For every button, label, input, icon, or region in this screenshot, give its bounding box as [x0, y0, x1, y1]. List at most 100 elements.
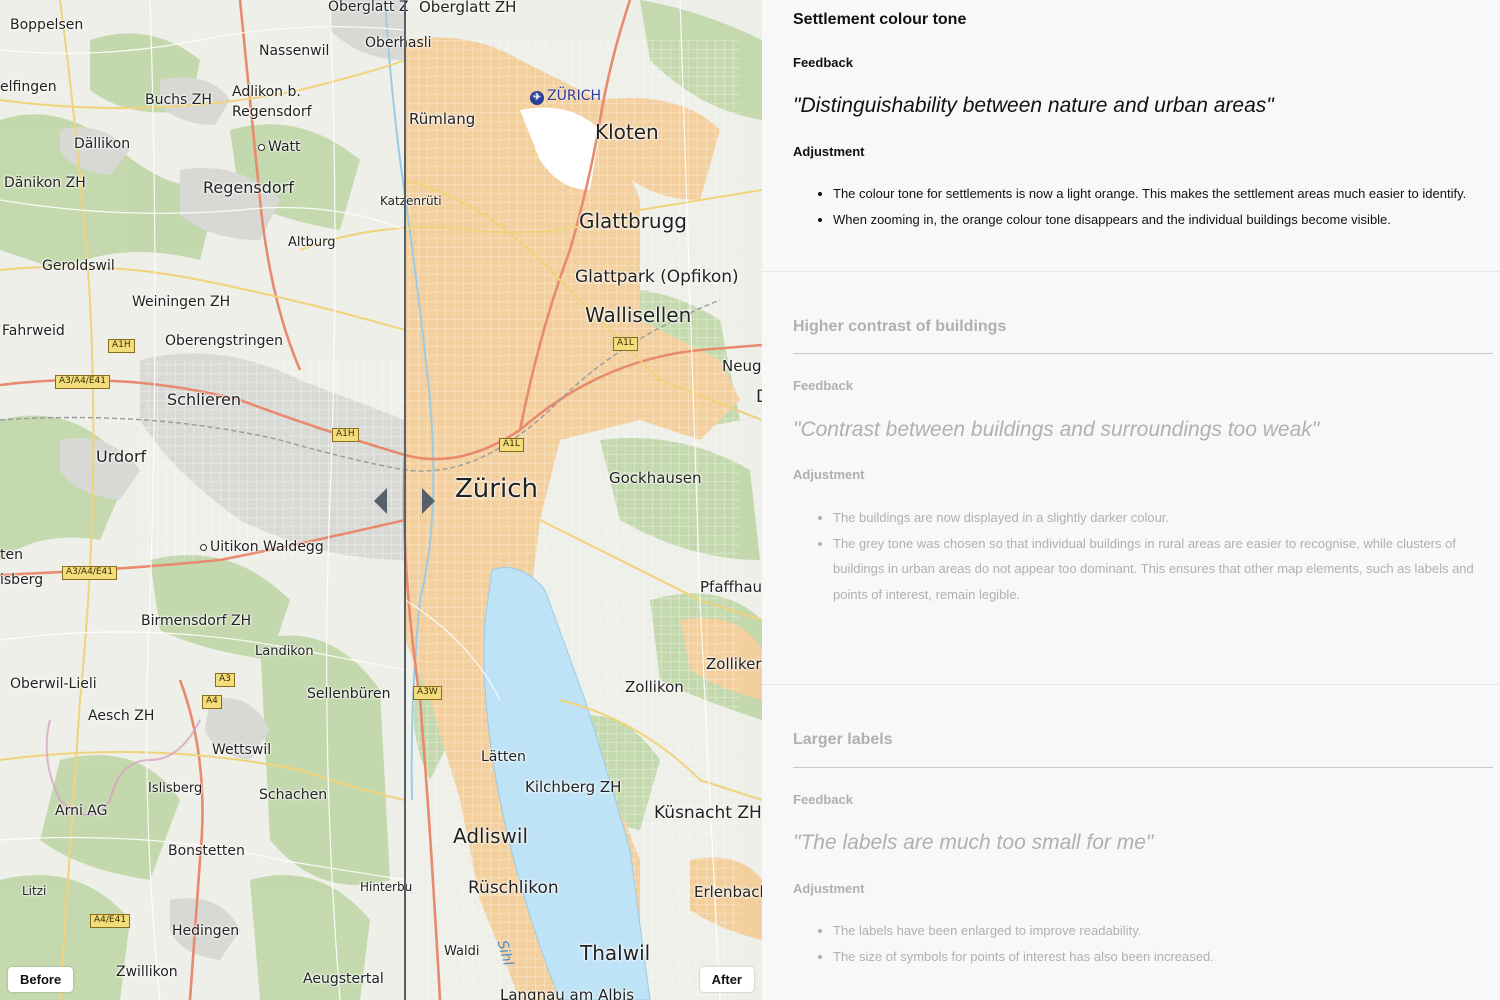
adjustment-item: When zooming in, the orange colour tone … [833, 207, 1493, 233]
place-label: Regensdorf [232, 104, 312, 120]
place-name: Watt [268, 139, 301, 155]
place-label: Hedingen [172, 923, 240, 939]
place-label: Lätten [481, 749, 526, 765]
adjustment-item: The size of symbols for points of intere… [833, 944, 1493, 970]
section-title: Larger labels [793, 731, 893, 748]
adjustment-list: The buildings are now displayed in a sli… [793, 505, 1493, 607]
airplane-icon: ✈ [530, 91, 544, 105]
feedback-quote: "The labels are much too small for me" [793, 831, 1154, 854]
place-label: Schlieren [167, 390, 242, 409]
feedback-label-text: Feedback [793, 792, 853, 807]
adjustment-label: Adjustment [793, 143, 1493, 161]
place-label: Watt [258, 140, 301, 154]
section-separator [762, 271, 1500, 272]
place-label: Glattpark (Opfikon) [575, 267, 739, 287]
adjustment-item: The labels have been enlarged to improve… [833, 918, 1493, 944]
road-shield: A3/A4/E41 [55, 375, 110, 389]
place-label: Rümlang [409, 110, 476, 128]
feedback-section-labels[interactable]: Larger labels [793, 731, 1493, 749]
place-label: Glattbrugg [579, 209, 687, 233]
feedback-section-settlement[interactable]: Settlement colour tone [793, 11, 1493, 29]
place-label: Oberhasli [365, 35, 432, 51]
place-label: Neugu [722, 357, 762, 375]
road-shield: A3W [413, 686, 442, 700]
road-shield: A1H [108, 339, 135, 353]
place-label: Schachen [259, 787, 328, 803]
section-rule [793, 767, 1493, 768]
feedback-section-contrast[interactable]: Higher contrast of buildings [793, 318, 1493, 336]
airport-name: ZÜRICH [547, 88, 601, 104]
adjustment-label: Adjustment [793, 880, 1493, 898]
place-label-city: Zürich [455, 474, 538, 504]
place-label: Waldi [444, 944, 480, 959]
place-label: ten [0, 547, 23, 563]
feedback-quote: "Distinguishability between nature and u… [793, 94, 1274, 117]
place-label: Wallisellen [585, 303, 692, 327]
place-label: Küsnacht ZH [654, 803, 762, 823]
place-label: elfingen [0, 79, 57, 95]
slider-right-arrow-icon[interactable] [422, 488, 435, 514]
compare-slider-divider[interactable] [404, 0, 406, 1000]
place-label: Oberengstringen [165, 333, 284, 349]
adjustment-label: Adjustment [793, 466, 1493, 484]
place-dot [258, 143, 265, 151]
adjustment-list: The colour tone for settlements is now a… [793, 181, 1493, 232]
place-label: Katzenrüti [380, 194, 442, 208]
adjustment-list: The labels have been enlarged to improve… [793, 918, 1493, 969]
place-label: Sellenbüren [307, 686, 391, 702]
adjustment-item: The buildings are now displayed in a sli… [833, 505, 1493, 531]
place-label: Fahrweid [2, 323, 65, 339]
place-label: Landikon [255, 644, 314, 659]
feedback-quote: "Contrast between buildings and surround… [793, 418, 1320, 441]
road-shield: A3/A4/E41 [62, 566, 117, 580]
section-rule [793, 353, 1493, 354]
road-shield: A1L [613, 337, 638, 351]
adjustment-item: The colour tone for settlements is now a… [833, 181, 1493, 207]
place-label: Zwillikon [116, 964, 178, 980]
place-label: Oberglatt Z [328, 0, 409, 15]
before-label: Before [8, 967, 74, 992]
place-label: Dänikon ZH [4, 175, 86, 191]
feedback-label: Feedback [793, 792, 1493, 807]
place-label: Thalwil [580, 941, 651, 965]
airport-label: ✈ ZÜRICH [530, 88, 601, 105]
place-name: Uitikon Waldegg [210, 539, 324, 555]
place-label: Erlenbach [694, 883, 762, 901]
place-label: isberg [0, 572, 44, 588]
road-shield: A4 [202, 695, 222, 709]
place-label: Adlikon b. [232, 84, 301, 100]
road-shield: A3 [215, 673, 235, 687]
place-label: Pfaffhaus [700, 578, 762, 596]
place-label: Bonstetten [168, 843, 245, 859]
road-shield: A1H [332, 428, 359, 442]
place-label: Urdorf [96, 447, 147, 466]
place-label: Kloten [595, 120, 659, 144]
place-label: Rüschlikon [468, 878, 559, 898]
feedback-label: Feedback [793, 378, 1493, 393]
map-comparison[interactable]: Boppelsen elfingen Nassenwil Buchs ZH Ad… [0, 0, 762, 1000]
place-label: Uitikon Waldegg [200, 540, 324, 554]
place-label: Litzi [22, 884, 47, 898]
place-label: Zollikerb [706, 655, 762, 673]
slider-left-arrow-icon[interactable] [374, 488, 387, 514]
adjustment-label-text: Adjustment [793, 881, 865, 896]
place-label: Altburg [288, 235, 336, 250]
place-label: Weiningen ZH [132, 294, 231, 310]
road-shield: A4/E41 [90, 914, 131, 928]
place-dot [200, 543, 207, 551]
place-label: Langnau am Albis [500, 986, 635, 1000]
feedback-label-text: Feedback [793, 378, 853, 393]
section-title: Settlement colour tone [793, 11, 967, 28]
section-separator [762, 684, 1500, 685]
place-label: Arni AG [55, 803, 108, 819]
road-shield: A1L [499, 438, 524, 452]
place-label: Boppelsen [10, 17, 84, 33]
place-label: Dällikon [74, 136, 131, 152]
feedback-label: Feedback [793, 55, 853, 70]
adjustment-label-text: Adjustment [793, 144, 865, 159]
feedback-panel[interactable]: Settlement colour tone Feedback "Disting… [762, 0, 1500, 1000]
place-label: Birmensdorf ZH [141, 613, 252, 629]
place-label: Nassenwil [259, 43, 330, 59]
place-label: Regensdorf [203, 178, 294, 197]
place-label: Kilchberg ZH [525, 778, 622, 796]
